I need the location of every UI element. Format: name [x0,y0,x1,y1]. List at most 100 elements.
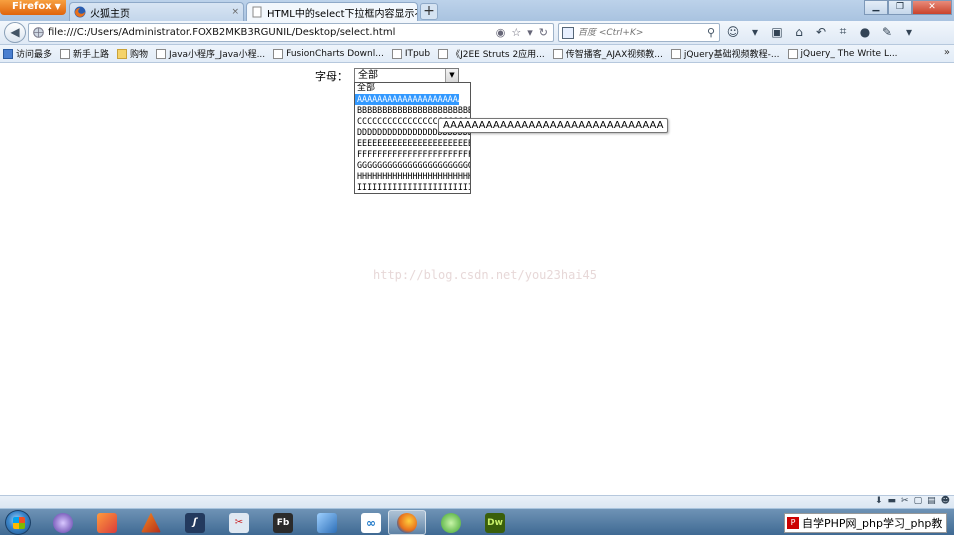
bookmark-label: jQuery_ The Write L... [800,48,898,59]
media-player-icon [53,512,73,533]
bookmark-item[interactable]: jQuery基础视频教程-... [670,47,780,60]
page-icon [552,48,563,59]
bookmark-label: ITpub [404,48,431,59]
bookmark-item[interactable]: FusionCharts Downl... [273,48,384,59]
option-tooltip: AAAAAAAAAAAAAAAAAAAAAAAAAAAAAAA [438,118,669,133]
chevron-down-icon: ▼ [54,2,61,11]
addon-bar-icon[interactable]: ▬ [888,496,897,506]
reload-icon[interactable]: ↻ [539,26,548,39]
taskbar-app-firefox[interactable] [388,510,426,535]
taskbar-app-player[interactable] [44,510,82,535]
bookmark-item[interactable]: 传智播客_AJAX视频教... [552,47,663,60]
bookmark-label: 新手上路 [73,50,110,60]
chevron-down-icon[interactable]: ▼ [445,69,458,82]
search-icon[interactable]: ⚲ [707,26,715,39]
cloud-icon: ∞ [361,512,381,533]
bookmark-star-icon[interactable]: ☆ [511,26,521,39]
dropdown-arrow-icon[interactable]: ▾ [527,26,533,39]
back-button[interactable]: ◀ [4,22,26,43]
taskbar-app-snipping[interactable]: ✂ [220,510,258,535]
dreamweaver-icon: Dw [485,512,505,533]
option-b[interactable]: BBBBBBBBBBBBBBBBBBBBBBBBBBBBBB [355,105,470,116]
tab-select-html[interactable]: HTML中的select下拉框内容显示不... × [246,2,418,21]
option-e[interactable]: EEEEEEEEEEEEEEEEEEEEEEEEEEEEEE [355,138,470,149]
addon-smile-icon[interactable]: ☺ [726,25,740,39]
search-bar[interactable]: ⚲ [558,23,720,42]
start-button[interactable] [5,510,31,535]
windows-logo-icon [13,517,25,529]
page-icon [60,48,71,59]
page-icon[interactable]: ▤ [927,496,936,506]
download-icon[interactable]: ⬇ [875,496,883,506]
minimize-icon[interactable]: ▁ [864,0,888,15]
globe-icon [33,27,44,38]
option-h[interactable]: HHHHHHHHHHHHHHHHHHHHHHHHHHHHHH [355,171,470,182]
status-bar: ⬇ ▬ ✂ ▢ ▤ ☻ [0,495,954,508]
page-icon [156,48,167,59]
tab-label: 火狐主页 [90,8,130,20]
php-site-text: 自学PHP网_php学习_php教 [802,517,943,530]
select-dropdown-list: 全部 AAAAAAAAAAAAAAAAAAAAAAAAAAAAAAA BBBBB… [354,82,471,194]
option-f[interactable]: FFFFFFFFFFFFFFFFFFFFFFFFFFFFFF [355,149,470,160]
letter-label: 字母： [315,70,348,83]
page-icon [438,48,449,59]
search-input[interactable] [578,27,696,38]
option-g[interactable]: GGGGGGGGGGGGGGGGGGGGGGGGGGGGGG [355,160,470,171]
bookmark-item[interactable]: jQuery_ The Write L... [787,48,898,59]
crop-icon[interactable]: ⌗ [836,24,850,39]
window-icon[interactable]: ▣ [770,25,784,39]
taskbar-app-eclipse[interactable]: ʃ [176,510,214,535]
taskbar-app-360[interactable] [432,510,470,535]
screenshot-icon[interactable]: ▢ [914,496,923,506]
bookmark-item[interactable]: Java小程序_Java小程... [156,47,265,60]
user-icon[interactable]: ☻ [941,496,950,506]
letter-select[interactable]: 全部 ▼ [354,68,459,83]
undo-icon[interactable]: ↶ [814,25,828,39]
folder-icon [117,48,128,59]
arrow-left-icon: ◀ [10,25,20,39]
taskbar-app-virtualbox[interactable] [308,510,346,535]
php-site-overlay: P 自学PHP网_php学习_php教 [784,513,948,533]
bookmark-label: Java小程序_Java小程... [169,50,266,60]
dropdown-arrow-icon[interactable]: ▾ [748,25,762,39]
blank-page-icon [252,6,262,18]
bookmark-item[interactable]: 《J2EE Struts 2应用... [438,47,545,60]
security-icon [441,512,461,533]
bookmark-item[interactable]: ITpub [391,48,431,59]
firefox-menu-button[interactable]: Firefox ▼ [0,0,66,15]
taskbar-app-dreamweaver[interactable]: Dw [476,510,514,535]
tab-firefox-home[interactable]: 火狐主页 × [69,2,244,21]
taskbar-app-cloud[interactable]: ∞ [352,510,390,535]
page-icon [273,48,284,59]
new-tab-button[interactable]: + [420,3,438,20]
site-identity-icon[interactable]: ◉ [496,26,506,39]
bookmark-item[interactable]: 访问最多 [3,47,52,60]
option-i[interactable]: IIIIIIIIIIIIIIIIIIIIIIIIIIIIII [355,182,470,193]
tools-icon[interactable]: ✂ [901,496,909,506]
addon-icon[interactable]: ✎ [880,25,894,39]
blog-watermark: http://blog.csdn.net/you23hai45 [373,268,597,282]
select-value: 全部 [358,70,378,81]
menu-arrow-icon[interactable]: ▾ [902,25,916,39]
close-tab-icon[interactable]: × [231,7,239,17]
taskbar-app-flash-builder[interactable]: Fb [264,510,302,535]
bookmarks-overflow-button[interactable]: » [944,47,950,58]
bookmark-item[interactable]: 购物 [117,47,148,60]
firefox-menu-label: Firefox [12,1,52,12]
bookmark-item[interactable]: 新手上路 [60,47,109,60]
window-controls: ▁ ❐ ✕ [864,0,952,15]
option-all[interactable]: 全部 [355,83,470,94]
home-icon[interactable]: ⌂ [792,25,806,39]
maximize-icon[interactable]: ❐ [888,0,912,15]
search-engine-icon[interactable] [562,26,574,39]
chat-bubble-icon[interactable]: ● [858,25,872,39]
bookmark-label: 访问最多 [16,50,53,60]
paint-icon [97,512,117,533]
close-window-icon[interactable]: ✕ [912,0,952,15]
option-a[interactable]: AAAAAAAAAAAAAAAAAAAAAAAAAAAAAAA [355,94,459,105]
taskbar-app-paint[interactable] [88,510,126,535]
taskbar-app-matlab[interactable] [132,510,170,535]
bookmark-label: FusionCharts Downl... [286,48,384,59]
bookmark-label: 传智播客_AJAX视频教... [565,50,663,60]
url-bar[interactable]: file:///C:/Users/Administrator.FOXB2MKB3… [28,23,554,42]
